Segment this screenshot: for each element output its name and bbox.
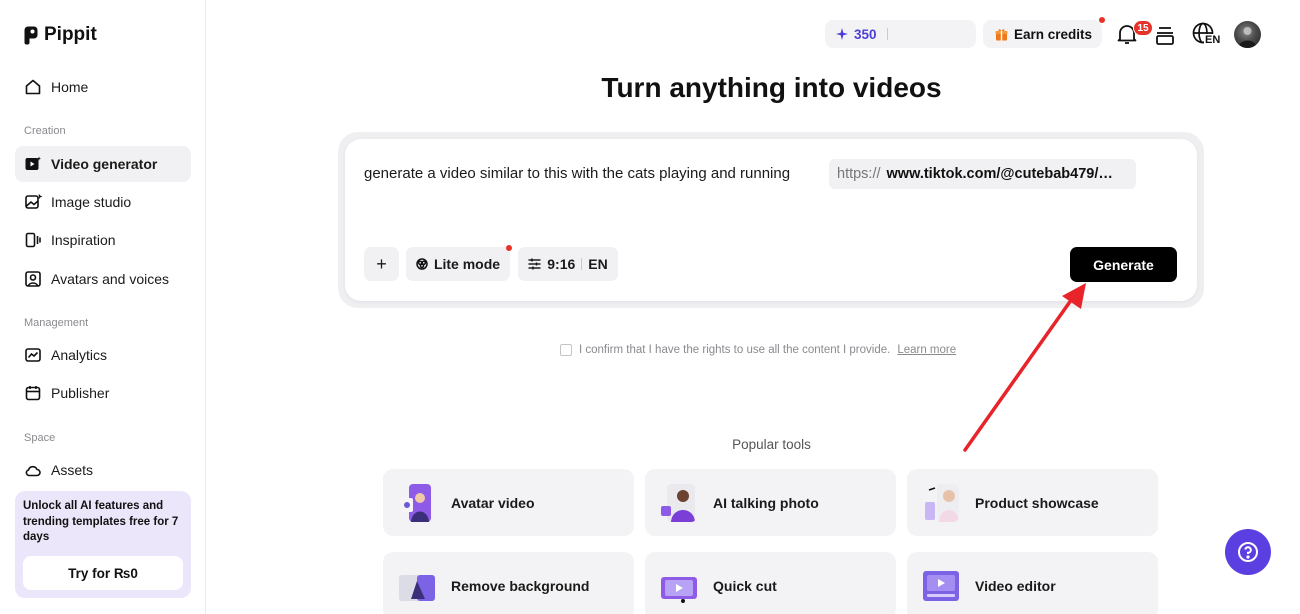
avatar-video-thumbnail (401, 483, 431, 522)
sidebar-item-label: Publisher (51, 385, 110, 401)
section-label-management: Management (24, 317, 89, 329)
pippit-logo-icon (24, 26, 38, 44)
video-editor-thumbnail (923, 570, 959, 601)
popular-tools-heading: Popular tools (732, 437, 811, 452)
video-generator-icon (25, 156, 41, 170)
remove-background-thumbnail (399, 574, 435, 601)
cloud-icon (25, 465, 41, 477)
sidebar-item-avatars-and-voices[interactable]: Avatars and voices (15, 261, 191, 297)
help-button[interactable] (1225, 529, 1271, 575)
rights-checkbox[interactable] (560, 344, 572, 356)
aspect-ratio-label: 9:16 (547, 256, 576, 272)
promo-card: Unlock all AI features and trending temp… (15, 491, 191, 598)
tool-label: Avatar video (451, 494, 535, 511)
learn-more-link[interactable]: Learn more (897, 344, 956, 356)
sidebar-item-assets[interactable]: Assets (15, 452, 191, 488)
calendar-icon (25, 386, 41, 401)
sidebar-item-publisher[interactable]: Publisher (15, 375, 191, 411)
credits-divider (886, 28, 888, 40)
sidebar-item-label: Assets (51, 462, 94, 478)
product-showcase-thumbnail (925, 483, 959, 522)
tool-ai-talking-photo[interactable]: AI talking photo (645, 469, 896, 536)
logo[interactable]: Pippit (24, 24, 97, 46)
tool-product-showcase[interactable]: Product showcase (907, 469, 1158, 536)
tool-label: Product showcase (975, 494, 1099, 511)
avatar-icon (25, 271, 41, 287)
credits-balance[interactable]: 350 (825, 20, 976, 48)
aspect-ratio-button[interactable]: 9:16 EN (518, 247, 618, 281)
lite-mode-label: Lite mode (433, 256, 501, 272)
sidebar-item-analytics[interactable]: Analytics (15, 337, 191, 373)
image-studio-icon (25, 194, 42, 209)
sidebar-item-video-generator[interactable]: Video generator (15, 146, 191, 182)
analytics-icon (25, 348, 41, 362)
gift-icon (995, 28, 1008, 40)
app-name: Pippit (44, 24, 97, 45)
settings-sliders-icon (528, 258, 541, 270)
prompt-input[interactable]: generate a video similar to this with th… (364, 165, 790, 182)
inspiration-icon (25, 232, 41, 248)
notification-badge: 15 (1133, 20, 1153, 36)
tool-remove-background[interactable]: Remove background (383, 552, 634, 614)
tool-avatar-video[interactable]: Avatar video (383, 469, 634, 536)
earn-credits-label: Earn credits (1014, 26, 1093, 42)
ratio-divider (581, 258, 583, 270)
sidebar-item-label: Image studio (51, 194, 132, 210)
sidebar-item-inspiration[interactable]: Inspiration (15, 222, 191, 258)
earn-credits-button[interactable]: Earn credits (983, 20, 1102, 48)
lite-mode-icon (416, 258, 428, 270)
tool-quick-cut[interactable]: Quick cut (645, 552, 896, 614)
page-title: Turn anything into videos (601, 72, 942, 103)
sidebar-item-image-studio[interactable]: Image studio (15, 184, 191, 220)
url-text: www.tiktok.com/@cutebab479/… (886, 166, 1113, 182)
earn-credits-dot (1099, 17, 1105, 23)
tool-label: Video editor (975, 577, 1056, 594)
language-code: EN (1204, 34, 1222, 46)
url-protocol: https:// (837, 166, 881, 182)
promo-text: Unlock all AI features and trending temp… (23, 500, 179, 543)
lite-mode-dot (506, 245, 512, 251)
add-attachment-button[interactable]: + (364, 247, 399, 281)
sparkle-icon (836, 28, 848, 40)
rights-confirmation: I confirm that I have the rights to use … (560, 344, 956, 356)
tool-label: Remove background (451, 577, 590, 594)
tool-label: Quick cut (713, 577, 777, 594)
prompt-card: generate a video similar to this with th… (345, 139, 1197, 301)
help-icon (1238, 542, 1258, 562)
output-language-label: EN (588, 256, 608, 272)
user-avatar[interactable] (1234, 21, 1261, 48)
url-chip[interactable]: https:// www.tiktok.com/@cutebab479/… (829, 159, 1136, 189)
ai-talking-photo-thumbnail (661, 483, 695, 522)
language-switcher[interactable]: EN (1192, 22, 1222, 48)
sidebar-item-label: Avatars and voices (51, 271, 170, 287)
avatar-photo-icon (1238, 27, 1257, 48)
sidebar-item-label: Video generator (51, 156, 158, 172)
sidebar-item-label: Analytics (51, 347, 108, 363)
generate-button[interactable]: Generate (1070, 247, 1177, 282)
section-label-creation: Creation (24, 125, 66, 137)
quick-cut-thumbnail (661, 576, 697, 603)
inbox-icon[interactable] (1155, 24, 1175, 46)
rights-text: I confirm that I have the rights to use … (579, 344, 891, 356)
pippit-app: Pippit Home Creation Video generator Ima… (0, 0, 1300, 614)
credits-count: 350 (854, 26, 877, 42)
try-free-button[interactable]: Try for ₨0 (23, 556, 183, 590)
tool-label: AI talking photo (713, 494, 819, 511)
lite-mode-button[interactable]: Lite mode (406, 247, 510, 281)
tool-video-editor[interactable]: Video editor (907, 552, 1158, 614)
sidebar-item-label: Inspiration (51, 232, 116, 248)
